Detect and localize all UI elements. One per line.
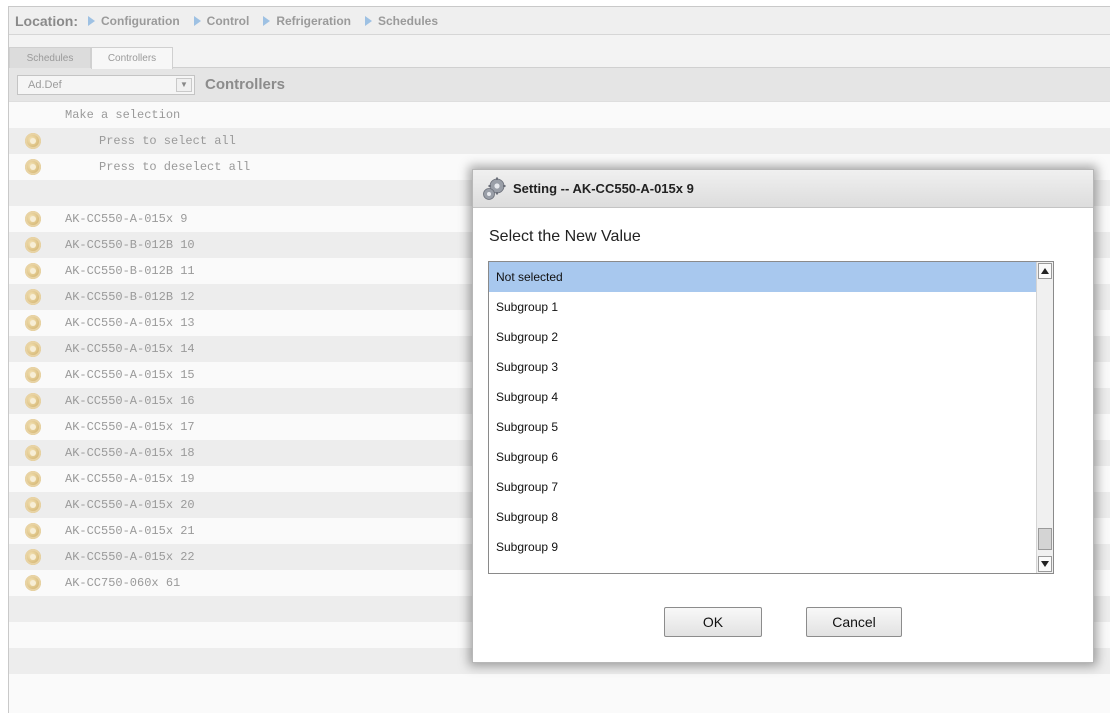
controller-icon — [25, 575, 41, 591]
controller-name[interactable]: AK-CC550-A-015x 19 — [65, 472, 195, 486]
page-title: Controllers — [205, 76, 286, 93]
controller-name[interactable]: AK-CC550-A-015x 20 — [65, 498, 195, 512]
controller-icon — [25, 471, 41, 487]
list-item[interactable]: Not selected — [489, 262, 1053, 292]
list-item[interactable]: Subgroup 2 — [489, 322, 1053, 352]
controller-name[interactable]: AK-CC550-A-015x 15 — [65, 368, 195, 382]
controller-name[interactable]: AK-CC550-B-012B 12 — [65, 290, 195, 304]
list-item[interactable]: Subgroup 6 — [489, 442, 1053, 472]
controller-icon — [25, 263, 41, 279]
breadcrumb-item-configuration[interactable]: Configuration — [88, 14, 180, 28]
breadcrumb-item-control[interactable]: Control — [193, 14, 249, 28]
scroll-up-button[interactable] — [1038, 263, 1052, 279]
list-item[interactable]: Subgroup 3 — [489, 352, 1053, 382]
list-item[interactable]: Subgroup 1 — [489, 292, 1053, 322]
location-label: Location: — [15, 12, 78, 29]
scroll-down-button[interactable] — [1038, 556, 1052, 572]
controller-icon — [25, 237, 41, 253]
list-header: Make a selection — [65, 108, 181, 122]
controller-name[interactable]: AK-CC550-B-012B 11 — [65, 264, 195, 278]
setting-dialog: Setting -- AK-CC550-A-015x 9 Select the … — [472, 169, 1094, 663]
breadcrumb-arrow-icon — [365, 15, 372, 26]
controller-icon — [25, 419, 41, 435]
deselect-all-label[interactable]: Press to deselect all — [99, 160, 250, 174]
dialog-title: Setting -- AK-CC550-A-015x 9 — [513, 181, 694, 196]
breadcrumb-arrow-icon — [88, 15, 95, 26]
controller-name[interactable]: AK-CC550-A-015x 16 — [65, 394, 195, 408]
app-frame: Location: Configuration Control Refriger… — [8, 6, 1110, 713]
select-all-row[interactable]: Press to select all — [9, 128, 1110, 154]
chevron-down-icon[interactable]: ▼ — [176, 77, 192, 92]
controller-icon — [25, 289, 41, 305]
select-all-label[interactable]: Press to select all — [99, 134, 236, 148]
dialog-title-bar: Setting -- AK-CC550-A-015x 9 — [473, 170, 1093, 208]
dialog-prompt: Select the New Value — [489, 228, 641, 245]
list-header-row: Make a selection — [9, 102, 1110, 128]
controller-icon — [25, 445, 41, 461]
controller-name[interactable]: AK-CC550-A-015x 14 — [65, 342, 195, 356]
controller-icon — [25, 341, 41, 357]
group-select[interactable]: Ad.Def ▼ — [17, 74, 195, 95]
controller-name[interactable]: AK-CC550-B-012B 10 — [65, 238, 195, 252]
breadcrumb-arrow-icon — [263, 15, 271, 26]
listbox-scrollbar[interactable] — [1036, 262, 1053, 573]
list-item[interactable]: Subgroup 9 — [489, 532, 1053, 562]
controller-icon — [25, 393, 41, 409]
controller-icon — [25, 497, 41, 513]
gear-icon — [481, 176, 507, 202]
controller-icon — [25, 211, 41, 227]
tab-bar: Schedules Controllers — [9, 35, 1110, 69]
controller-name[interactable]: AK-CC550-A-015x 9 — [65, 212, 187, 226]
controller-icon — [25, 523, 41, 539]
group-select-value: Ad.Def — [28, 78, 62, 91]
list-item[interactable]: Subgroup 4 — [489, 382, 1053, 412]
list-item[interactable]: Subgroup 7 — [489, 472, 1053, 502]
select-all-icon[interactable] — [25, 133, 41, 149]
controller-name[interactable]: AK-CC550-A-015x 17 — [65, 420, 195, 434]
arrow-up-icon — [1041, 268, 1049, 274]
list-item[interactable]: Subgroup 5 — [489, 412, 1053, 442]
toolbar: Ad.Def ▼ Controllers — [9, 68, 1110, 102]
tab-controllers[interactable]: Controllers — [91, 47, 173, 69]
breadcrumb-item-schedules[interactable]: Schedules — [365, 14, 438, 28]
arrow-down-icon — [1041, 561, 1049, 567]
controller-icon — [25, 549, 41, 565]
value-listbox[interactable]: Not selected Subgroup 1 Subgroup 2 Subgroup… — [488, 261, 1054, 574]
controller-name[interactable]: AK-CC550-A-015x 13 — [65, 316, 195, 330]
scroll-thumb[interactable] — [1038, 528, 1052, 550]
cancel-button[interactable]: Cancel — [806, 607, 902, 637]
breadcrumb: Location: Configuration Control Refriger… — [9, 7, 1110, 35]
deselect-all-icon[interactable] — [25, 159, 41, 175]
controller-icon — [25, 367, 41, 383]
breadcrumb-item-refrigeration[interactable]: Refrigeration — [263, 14, 351, 28]
list-item[interactable]: Subgroup 8 — [489, 502, 1053, 532]
ok-button[interactable]: OK — [664, 607, 762, 637]
tab-schedules[interactable]: Schedules — [9, 47, 91, 68]
controller-icon — [25, 315, 41, 331]
breadcrumb-arrow-icon — [193, 15, 201, 26]
controller-name[interactable]: AK-CC550-A-015x 22 — [65, 550, 195, 564]
controller-name[interactable]: AK-CC750-060x 61 — [65, 576, 180, 590]
controller-name[interactable]: AK-CC550-A-015x 18 — [65, 446, 195, 460]
controller-name[interactable]: AK-CC550-A-015x 21 — [65, 524, 195, 538]
